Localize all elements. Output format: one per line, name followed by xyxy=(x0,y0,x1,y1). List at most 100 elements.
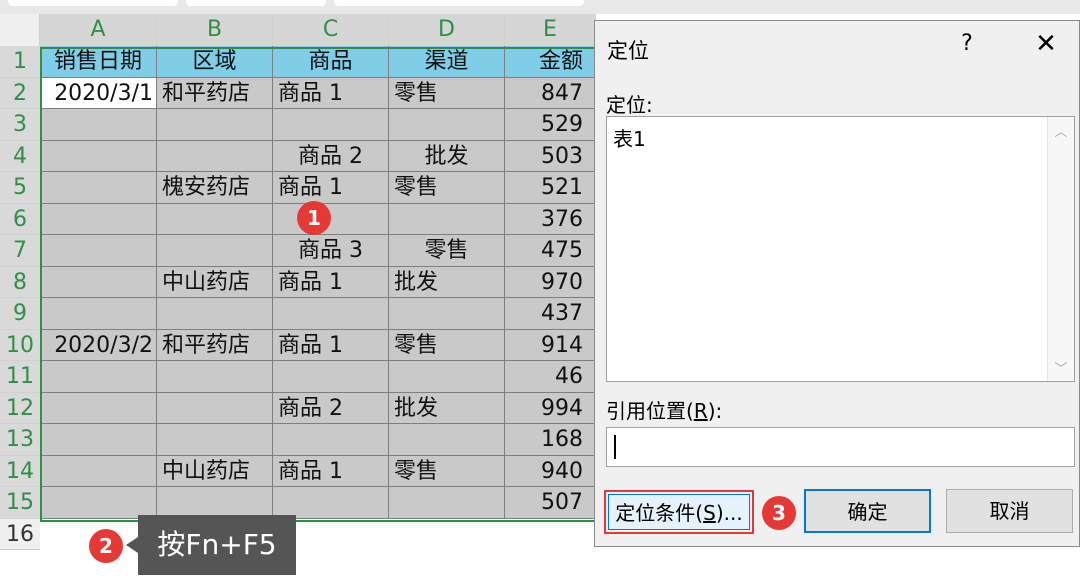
table-cell[interactable]: 中山药店 xyxy=(157,455,273,487)
table-cell[interactable] xyxy=(389,203,505,235)
table-cell[interactable]: 槐安药店 xyxy=(157,172,273,204)
table-cell[interactable]: 商品 2 xyxy=(273,140,389,172)
table-cell[interactable] xyxy=(273,487,389,519)
table-cell[interactable] xyxy=(40,266,157,298)
row-header[interactable]: 15 xyxy=(0,487,40,519)
table-cell[interactable]: 商品 1 xyxy=(273,455,389,487)
cancel-button[interactable]: 取消 xyxy=(946,489,1073,533)
row-header[interactable]: 14 xyxy=(0,455,40,487)
table-cell[interactable]: 批发 xyxy=(389,140,505,172)
column-header-b[interactable]: B xyxy=(157,14,273,46)
table-cell[interactable]: 507 xyxy=(505,487,596,519)
table-cell[interactable] xyxy=(157,140,273,172)
table-cell[interactable]: 零售 xyxy=(389,235,505,267)
row-header[interactable]: 7 xyxy=(0,235,40,267)
column-header-c[interactable]: C xyxy=(273,14,389,46)
table-cell[interactable]: 商品 1 xyxy=(273,77,389,109)
column-header-d[interactable]: D xyxy=(389,14,505,46)
table-cell[interactable] xyxy=(157,361,273,393)
table-cell[interactable] xyxy=(40,298,157,330)
table-cell[interactable] xyxy=(157,424,273,456)
column-header-e[interactable]: E xyxy=(505,14,596,46)
table-cell[interactable]: 和平药店 xyxy=(157,329,273,361)
table-cell[interactable] xyxy=(40,361,157,393)
row-header[interactable]: 4 xyxy=(0,140,40,172)
table-cell[interactable] xyxy=(273,109,389,141)
table-cell[interactable]: 商品 2 xyxy=(273,392,389,424)
table-cell[interactable]: 503 xyxy=(505,140,596,172)
row-header[interactable]: 10 xyxy=(0,329,40,361)
list-item[interactable]: 表1 xyxy=(613,123,646,152)
table-header-cell[interactable]: 商品 xyxy=(273,46,389,78)
table-header-cell[interactable]: 销售日期 xyxy=(40,46,157,78)
table-cell[interactable]: 零售 xyxy=(389,329,505,361)
table-cell[interactable]: 商品 1 xyxy=(273,266,389,298)
table-cell[interactable]: 437 xyxy=(505,298,596,330)
table-cell[interactable] xyxy=(389,109,505,141)
table-cell[interactable]: 批发 xyxy=(389,266,505,298)
table-cell[interactable]: 970 xyxy=(505,266,596,298)
select-all-corner[interactable] xyxy=(0,14,40,46)
table-cell[interactable]: 521 xyxy=(505,172,596,204)
goto-listbox[interactable]: 表1 ︿ ﹀ xyxy=(606,116,1075,382)
table-cell[interactable] xyxy=(157,487,273,519)
row-header[interactable]: 1 xyxy=(0,46,40,78)
table-cell[interactable]: 批发 xyxy=(389,392,505,424)
table-cell[interactable]: 商品 3 xyxy=(273,235,389,267)
ok-button[interactable]: 确定 xyxy=(804,489,931,533)
table-header-cell[interactable]: 渠道 xyxy=(389,46,505,78)
row-header[interactable]: 9 xyxy=(0,298,40,330)
row-header[interactable]: 12 xyxy=(0,392,40,424)
listbox-scrollbar[interactable]: ︿ ﹀ xyxy=(1047,117,1074,381)
table-cell[interactable]: 零售 xyxy=(389,77,505,109)
table-cell[interactable]: 529 xyxy=(505,109,596,141)
table-cell[interactable] xyxy=(273,203,389,235)
chevron-up-icon[interactable]: ︿ xyxy=(1048,121,1074,140)
table-cell[interactable]: 商品 1 xyxy=(273,172,389,204)
row-header[interactable]: 2 xyxy=(0,77,40,109)
table-cell[interactable] xyxy=(389,298,505,330)
table-cell[interactable]: 和平药店 xyxy=(157,77,273,109)
row-header[interactable]: 5 xyxy=(0,172,40,204)
table-cell[interactable]: 847 xyxy=(505,77,596,109)
table-cell[interactable] xyxy=(40,455,157,487)
table-cell[interactable]: 46 xyxy=(505,361,596,393)
table-cell[interactable] xyxy=(157,109,273,141)
table-cell[interactable] xyxy=(40,487,157,519)
table-cell[interactable] xyxy=(40,203,157,235)
table-header-cell[interactable]: 区域 xyxy=(157,46,273,78)
table-cell[interactable] xyxy=(40,392,157,424)
table-cell[interactable] xyxy=(273,361,389,393)
special-button[interactable]: 定位条件(S)... xyxy=(604,490,754,534)
row-header[interactable]: 3 xyxy=(0,109,40,141)
help-button[interactable]: ? xyxy=(955,31,979,56)
row-header[interactable]: 13 xyxy=(0,424,40,456)
table-cell[interactable] xyxy=(273,298,389,330)
table-cell[interactable] xyxy=(40,109,157,141)
chevron-down-icon[interactable]: ﹀ xyxy=(1048,358,1074,377)
table-cell[interactable] xyxy=(389,361,505,393)
table-cell[interactable] xyxy=(40,424,157,456)
table-cell[interactable] xyxy=(40,140,157,172)
row-header[interactable]: 16 xyxy=(0,518,40,550)
table-cell[interactable] xyxy=(40,235,157,267)
row-header[interactable]: 8 xyxy=(0,266,40,298)
table-cell[interactable]: 零售 xyxy=(389,172,505,204)
table-cell[interactable]: 168 xyxy=(505,424,596,456)
table-cell[interactable]: 商品 1 xyxy=(273,329,389,361)
table-cell[interactable] xyxy=(389,424,505,456)
table-cell[interactable] xyxy=(157,203,273,235)
table-cell[interactable]: 2020/3/2 xyxy=(40,329,157,361)
table-cell[interactable]: 中山药店 xyxy=(157,266,273,298)
close-icon[interactable]: ✕ xyxy=(1031,29,1061,59)
table-cell[interactable]: 376 xyxy=(505,203,596,235)
table-cell[interactable]: 994 xyxy=(505,392,596,424)
column-header-a[interactable]: A xyxy=(40,14,157,46)
table-cell[interactable] xyxy=(157,392,273,424)
table-header-cell[interactable]: 金额 xyxy=(505,46,596,78)
row-header[interactable]: 6 xyxy=(0,203,40,235)
table-cell[interactable] xyxy=(157,235,273,267)
table-cell[interactable]: 2020/3/1 xyxy=(40,77,157,109)
row-header[interactable]: 11 xyxy=(0,361,40,393)
table-cell[interactable] xyxy=(273,424,389,456)
